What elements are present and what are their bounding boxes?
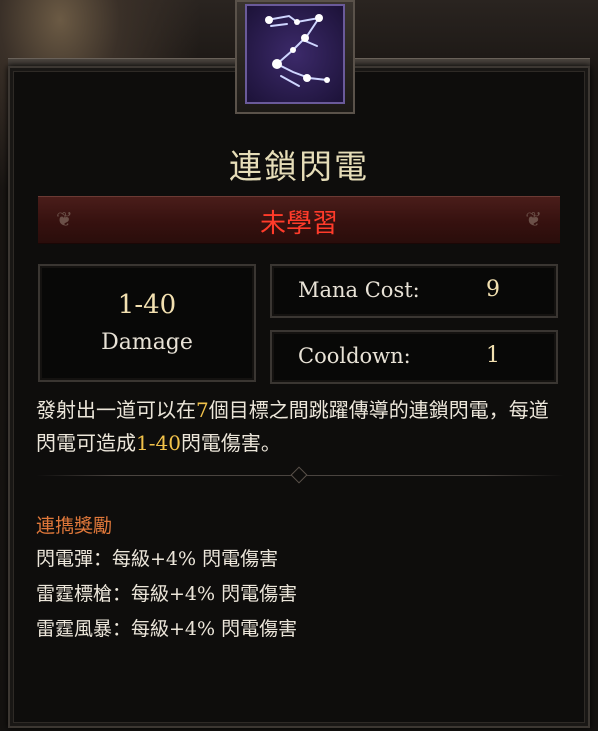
- damage-value: 1-40: [117, 290, 177, 320]
- mana-cost-value: 9: [486, 277, 500, 302]
- cooldown-panel: Cooldown: 1: [270, 330, 558, 384]
- synergy-line: 雷霆風暴：每級+4% 閃電傷害: [36, 618, 298, 640]
- damage-panel: 1-40 Damage: [38, 264, 256, 382]
- description-text-1: 發射出一道可以在: [36, 398, 196, 422]
- synergy-line: 雷霆標槍：每級+4% 閃電傷害: [36, 583, 298, 605]
- skill-description: 發射出一道可以在7個目標之間跳躍傳導的連鎖閃電，每道閃電可造成1-40閃電傷害。: [36, 394, 566, 460]
- description-highlight-damage: 1-40: [136, 431, 181, 455]
- cooldown-label: Cooldown:: [298, 344, 411, 368]
- description-text-3: 閃電傷害。: [180, 431, 281, 455]
- chain-lightning-icon-graphic: [265, 14, 330, 87]
- skill-name: 連鎖閃電: [229, 147, 369, 186]
- cooldown-value: 1: [486, 343, 500, 368]
- mana-cost-panel: Mana Cost: 9: [270, 264, 558, 318]
- synergy-line: 閃電彈：每級+4% 閃電傷害: [36, 548, 279, 570]
- skill-icon-frame: [235, 0, 355, 114]
- mana-cost-label: Mana Cost:: [298, 278, 420, 302]
- skill-status: 未學習: [259, 209, 338, 239]
- synergy-title: 連擕獎勵: [36, 515, 113, 537]
- damage-label: Damage: [101, 330, 193, 355]
- skill-status-bar: ❦ ❦ 未學習: [38, 196, 560, 244]
- chain-lightning-icon[interactable]: [245, 4, 345, 104]
- description-highlight-targets: 7: [196, 398, 209, 422]
